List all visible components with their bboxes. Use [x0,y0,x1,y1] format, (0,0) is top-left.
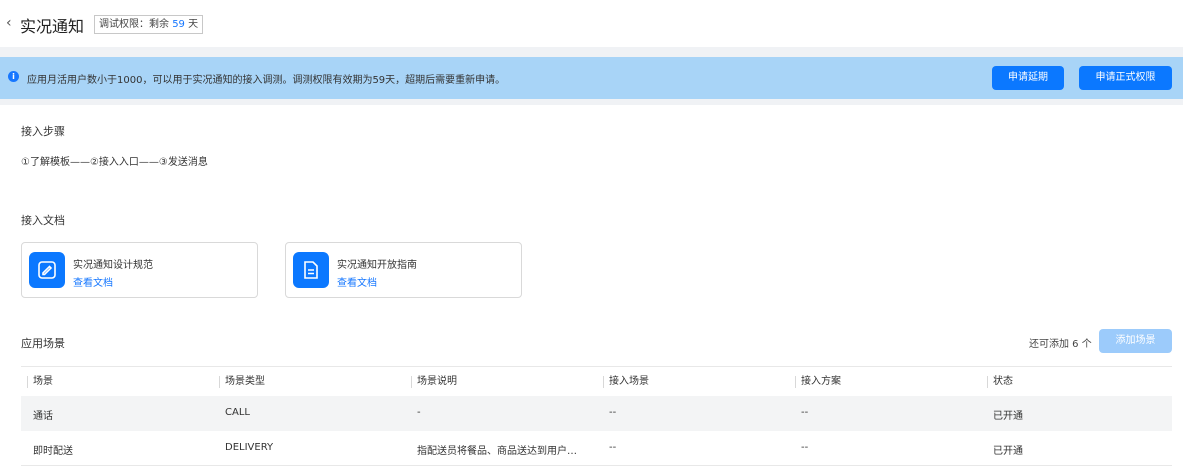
info-banner: i 应用月活用户数小于1000，可以用于实况通知的接入调测。调测权限有效期为59… [0,57,1183,99]
cell-scene: 通话 [33,411,53,422]
apply-official-permission-button[interactable]: 申请正式权限 [1079,66,1172,90]
debug-prefix: 调试权限：剩余 [99,19,169,30]
cell-scene: 即时配送 [33,446,73,457]
info-icon: i [8,71,19,82]
column-header: 场景说明 [411,376,457,388]
view-doc-link[interactable]: 查看文档 [337,274,377,289]
debug-days: 59 [172,19,185,30]
banner-text: 应用月活用户数小于1000，可以用于实况通知的接入调测。调测权限有效期为59天，… [27,75,506,86]
cell-description: 指配送员将餐品、商品送达到用户… [417,446,577,457]
doc-name: 实况通知设计规范 [73,260,153,271]
apply-extension-button[interactable]: 申请延期 [992,66,1064,90]
debug-suffix: 天 [188,19,199,30]
cell-access-plan: -- [801,407,809,418]
table-row[interactable]: 通话 CALL - -- -- 已开通 [21,396,1172,431]
chevron-left-icon[interactable]: ‹ [6,15,12,31]
column-header: 场景 [27,376,53,388]
table-row[interactable]: 即时配送 DELIVERY 指配送员将餐品、商品送达到用户… -- -- 已开通 [21,431,1172,466]
cell-access-plan: -- [801,442,809,453]
page-header: ‹ 实况通知 调试权限：剩余 59 天 [0,0,1183,50]
doc-card-design-spec: 实况通知设计规范 查看文档 [21,242,258,298]
doc-card-open-guide: 实况通知开放指南 查看文档 [285,242,522,298]
scenes-title: 应用场景 [21,337,65,350]
cell-type: CALL [225,407,250,418]
doc-name: 实况通知开放指南 [337,260,417,271]
debug-permission-badge: 调试权限：剩余 59 天 [94,15,204,34]
steps-text: ①了解模板——②接入入口——③发送消息 [21,157,208,168]
cell-description: - [417,407,421,418]
scenes-table: 场景 场景类型 场景说明 接入场景 接入方案 状态 通话 CALL - -- -… [21,366,1172,466]
cell-access-scene: -- [609,407,617,418]
table-header: 场景 场景类型 场景说明 接入场景 接入方案 状态 [21,366,1172,396]
column-header: 接入方案 [795,376,841,388]
steps-title: 接入步骤 [21,125,65,138]
cell-status: 已开通 [993,446,1023,457]
cell-access-scene: -- [609,442,617,453]
column-header: 接入场景 [603,376,649,388]
cell-type: DELIVERY [225,442,274,453]
column-header: 状态 [987,376,1013,388]
view-doc-link[interactable]: 查看文档 [73,274,113,289]
page-title: 实况通知 [20,17,85,36]
add-scene-button[interactable]: 添加场景 [1099,329,1172,353]
column-header: 场景类型 [219,376,265,388]
remaining-count: 还可添加 6 个 [1029,339,1092,350]
docs-title: 接入文档 [21,214,65,227]
document-icon [293,252,329,288]
cell-status: 已开通 [993,411,1023,422]
edit-document-icon [29,252,65,288]
